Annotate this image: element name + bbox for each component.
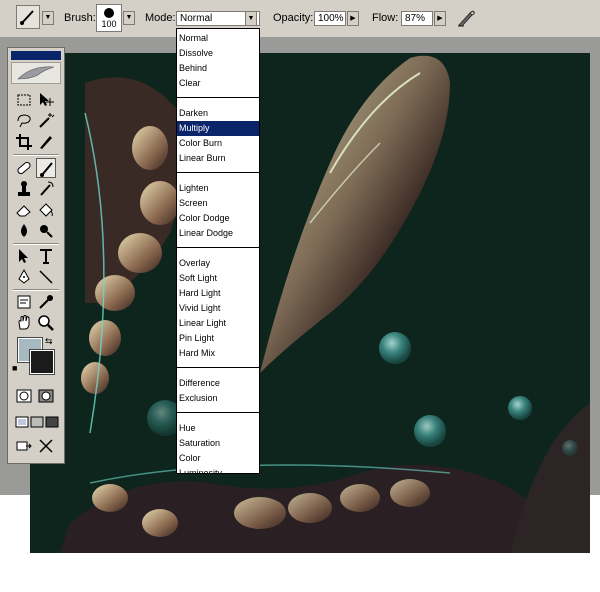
canvas-artwork[interactable]: [30, 53, 590, 553]
quick-mask-icon[interactable]: [36, 386, 56, 406]
notes-icon[interactable]: [14, 292, 34, 312]
blend-mode-option-hard-light[interactable]: Hard Light: [177, 286, 259, 301]
blend-mode-option-luminosity[interactable]: Luminosity: [177, 466, 259, 473]
standard-mode-icon[interactable]: [14, 386, 34, 406]
blend-mode-option-pin-light[interactable]: Pin Light: [177, 331, 259, 346]
imageready-icon[interactable]: [36, 436, 56, 456]
brush-icon: [20, 10, 34, 25]
options-bar: ▼ Brush: 100 ▼ Mode: Normal ▼ Opacity: 1…: [0, 0, 600, 38]
lasso-icon[interactable]: [14, 111, 34, 131]
blend-mode-option-exclusion[interactable]: Exclusion: [177, 391, 259, 406]
magic-wand-icon[interactable]: [36, 111, 56, 131]
blend-mode-option-color-dodge[interactable]: Color Dodge: [177, 211, 259, 226]
hand-icon[interactable]: [14, 313, 34, 333]
blend-mode-option-hard-mix[interactable]: Hard Mix: [177, 346, 259, 361]
toolbox-separator: [13, 289, 59, 291]
brush-label: Brush:: [64, 12, 96, 24]
brush-dropdown-arrow[interactable]: ▼: [123, 11, 135, 25]
blur-icon[interactable]: [14, 221, 34, 241]
brush-tip-icon: [104, 8, 114, 18]
blend-mode-option-multiply[interactable]: Multiply: [177, 121, 259, 136]
blend-mode-option-hue[interactable]: Hue: [177, 421, 259, 436]
blend-mode-separator: [177, 247, 259, 248]
flow-slider-arrow[interactable]: ▶: [434, 11, 446, 26]
path-select-icon[interactable]: [14, 246, 34, 266]
blend-mode-option-darken[interactable]: Darken: [177, 106, 259, 121]
brush-size: 100: [101, 19, 117, 29]
tool-preset-dropdown-arrow[interactable]: ▼: [42, 11, 54, 25]
blend-mode-option-dissolve[interactable]: Dissolve: [177, 46, 259, 61]
blend-mode-option-vivid-light[interactable]: Vivid Light: [177, 301, 259, 316]
opacity-value: 100%: [318, 13, 344, 24]
background-color-swatch[interactable]: [29, 349, 55, 375]
blend-mode-option-screen[interactable]: Screen: [177, 196, 259, 211]
blend-mode-option-soft-light[interactable]: Soft Light: [177, 271, 259, 286]
type-icon[interactable]: [36, 246, 56, 266]
mode-dropdown-arrow[interactable]: ▼: [245, 11, 257, 26]
pen-icon[interactable]: [14, 267, 34, 287]
blend-mode-option-overlay[interactable]: Overlay: [177, 256, 259, 271]
blend-mode-option-lighten[interactable]: Lighten: [177, 181, 259, 196]
jump-to-imageready-icon[interactable]: [14, 436, 34, 456]
opacity-label: Opacity:: [273, 12, 314, 24]
dodge-icon[interactable]: [36, 221, 56, 241]
blend-mode-option-linear-burn[interactable]: Linear Burn: [177, 151, 259, 166]
zoom-icon[interactable]: [36, 313, 56, 333]
line-icon[interactable]: [36, 267, 56, 287]
brush-picker[interactable]: 100: [96, 4, 122, 32]
swap-colors-icon[interactable]: ⇆: [45, 337, 53, 346]
blend-mode-separator: [177, 412, 259, 413]
blend-mode-option-normal[interactable]: Normal: [177, 31, 259, 46]
full-screen-mode-icon[interactable]: [42, 412, 62, 432]
blend-mode-dropdown-list: Normal Dissolve Behind Clear Darken Multiply C…: [176, 28, 260, 474]
history-brush-icon[interactable]: [36, 179, 56, 199]
mode-value: Normal: [180, 13, 213, 24]
crop-icon[interactable]: [14, 132, 34, 152]
blend-mode-option-linear-light[interactable]: Linear Light: [177, 316, 259, 331]
clone-stamp-icon[interactable]: [14, 179, 34, 199]
healing-brush-icon[interactable]: [14, 158, 34, 178]
toolbox-separator: [13, 243, 59, 245]
toolbox-separator: [13, 154, 59, 156]
opacity-field[interactable]: 100%: [314, 11, 346, 26]
toolbox-panel: ⇆ ■: [7, 47, 65, 464]
eyedropper-icon[interactable]: [36, 292, 56, 312]
move-icon[interactable]: [36, 90, 56, 110]
blend-mode-separator: [177, 172, 259, 173]
blend-mode-option-difference[interactable]: Difference: [177, 376, 259, 391]
marquee-icon[interactable]: [14, 90, 34, 110]
brush-tool-icon[interactable]: [36, 158, 56, 178]
airbrush-icon[interactable]: [456, 8, 476, 28]
slice-icon[interactable]: [36, 132, 56, 152]
flow-label: Flow:: [372, 12, 399, 24]
default-colors-icon[interactable]: ■: [12, 364, 17, 373]
opacity-slider-arrow[interactable]: ▶: [347, 11, 359, 26]
blend-mode-option-saturation[interactable]: Saturation: [177, 436, 259, 451]
blend-mode-option-color[interactable]: Color: [177, 451, 259, 466]
blend-mode-option-behind[interactable]: Behind: [177, 61, 259, 76]
toolbox-title-bar[interactable]: [11, 51, 61, 60]
eraser-icon[interactable]: [14, 200, 34, 220]
blend-mode-option-linear-dodge[interactable]: Linear Dodge: [177, 226, 259, 241]
tool-preset-picker[interactable]: [16, 5, 40, 29]
mode-label: Mode:: [145, 12, 176, 24]
blend-mode-separator: [177, 97, 259, 98]
feather-logo-icon[interactable]: [11, 62, 61, 84]
blend-mode-separator: [177, 367, 259, 368]
blend-mode-option-clear[interactable]: Clear: [177, 76, 259, 91]
paint-bucket-icon[interactable]: [36, 200, 56, 220]
flow-value: 87%: [405, 13, 426, 24]
flow-field[interactable]: 87%: [401, 11, 433, 26]
blend-mode-option-color-burn[interactable]: Color Burn: [177, 136, 259, 151]
